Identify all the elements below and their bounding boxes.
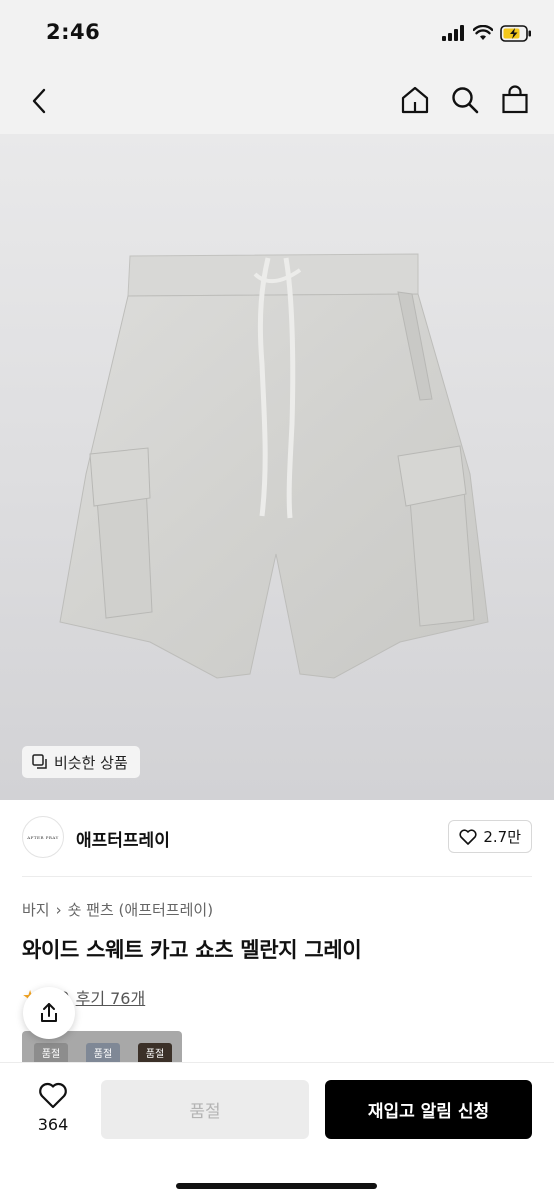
heart-icon [39,1082,67,1109]
search-icon [452,87,479,114]
home-button[interactable] [398,82,432,118]
brand-logo[interactable]: AFTER PRAY [22,816,64,858]
back-button[interactable] [22,84,56,118]
chevron-left-icon [32,88,46,114]
wishlist-button[interactable]: 364 [24,1081,82,1134]
product-photo [59,253,489,679]
brand-like-count: 2.7만 [483,828,521,846]
restock-alert-button[interactable]: 재입고 알림 신청 [325,1080,532,1139]
status-icons [442,22,532,44]
brand-like-button[interactable]: 2.7만 [448,820,532,853]
similar-products-label: 비슷한 상품 [54,753,128,772]
product-image[interactable] [0,134,554,800]
soldout-button: 품절 [101,1080,309,1139]
brand-name[interactable]: 애프터프레이 [76,826,170,851]
review-count-link[interactable]: 후기 76개 [76,985,146,1009]
share-button[interactable] [23,987,75,1039]
nav-bar [0,66,554,134]
wishlist-count: 364 [37,1115,69,1134]
similar-products-button[interactable]: 비슷한 상품 [22,746,140,778]
chevron-right-icon: › [55,900,62,919]
home-icon [401,86,429,114]
home-indicator [176,1183,377,1189]
search-button[interactable] [448,82,482,118]
bottom-action-bar: 364 품절 재입고 알림 신청 [0,1062,554,1200]
brand-logo-text: AFTER PRAY [27,834,59,840]
divider [22,876,532,877]
brand-row: AFTER PRAY 애프터프레이 2.7만 [0,800,554,876]
share-icon [41,1003,57,1022]
battery-icon [500,24,531,42]
cart-button[interactable] [498,82,532,118]
breadcrumb: 바지 › 숏 팬츠 (애프터프레이) [22,899,213,920]
swatch-blue-gray[interactable]: 품절 [86,1043,120,1064]
product-title: 와이드 스웨트 카고 쇼츠 멜란지 그레이 [22,938,362,962]
copy-icon [32,754,47,769]
shopping-bag-icon [502,85,528,114]
wifi-icon [473,25,493,40]
status-time: 2:46 [46,20,101,44]
breadcrumb-item[interactable]: 바지 [22,899,50,920]
signal-icon [442,25,464,41]
status-bar: 2:46 [0,0,554,66]
swatch-brown[interactable]: 품절 [138,1043,172,1064]
breadcrumb-item[interactable]: 숏 팬츠 (애프터프레이) [68,899,213,920]
heart-icon [459,828,477,845]
swatch-gray[interactable]: 품절 [34,1043,68,1064]
